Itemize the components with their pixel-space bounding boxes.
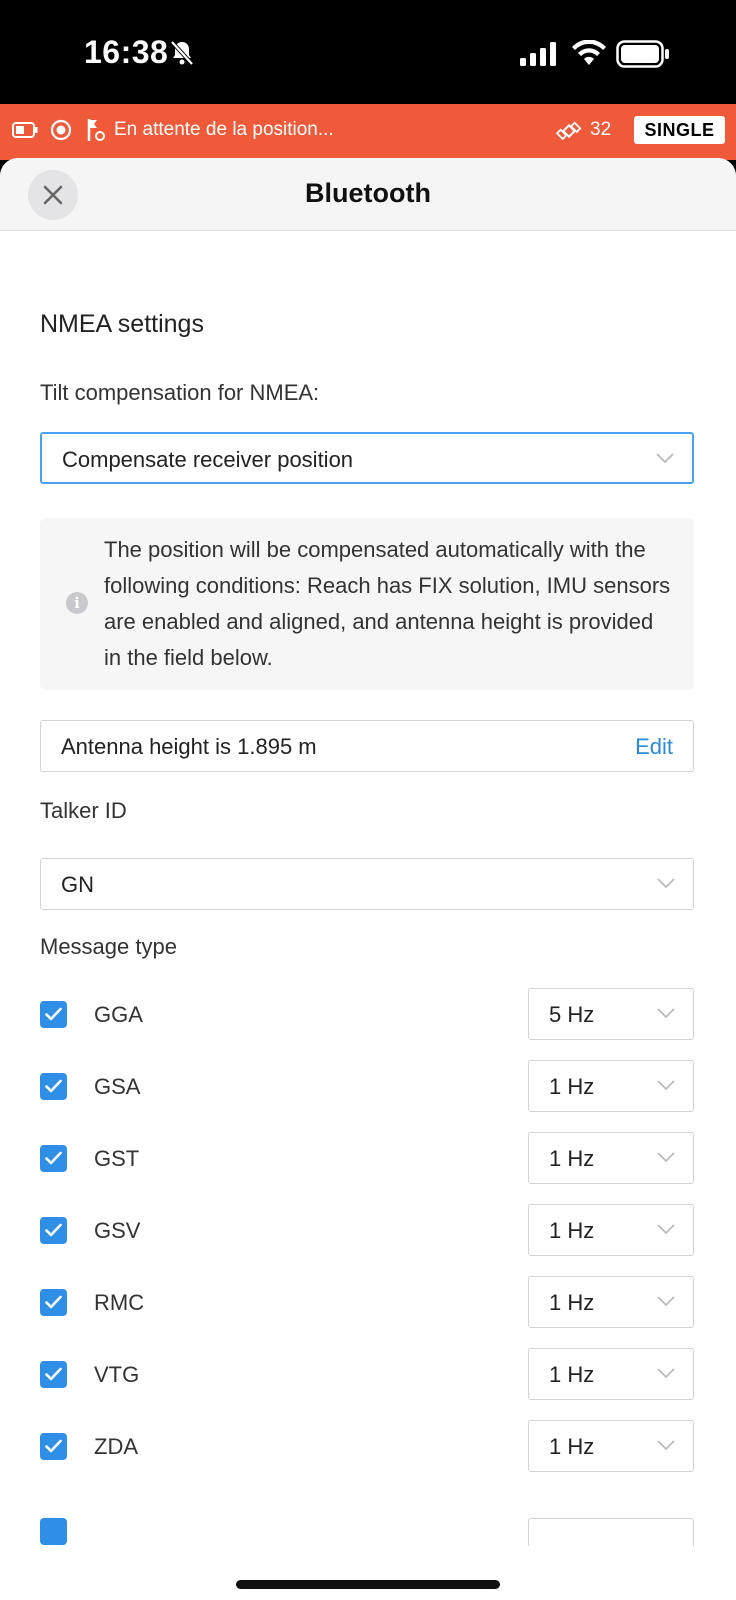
message-checkbox[interactable] — [40, 1073, 67, 1100]
message-name: GSA — [94, 1074, 141, 1099]
message-row-rmc: RMC 1 Hz — [40, 1276, 694, 1328]
message-row-gga: GGA 5 Hz — [40, 988, 694, 1040]
info-text: The position will be compensated automat… — [104, 537, 671, 670]
message-rate-value: 1 Hz — [549, 1218, 595, 1243]
message-name: GST — [94, 1146, 140, 1171]
chevron-down-icon — [656, 453, 674, 464]
battery-icon — [616, 40, 670, 73]
checkmark-icon — [45, 1007, 62, 1021]
checkmark-icon — [45, 1223, 62, 1237]
info-box: i The position will be compensated autom… — [40, 518, 694, 690]
satellite-icon — [555, 118, 582, 149]
chevron-down-icon — [657, 1368, 675, 1379]
message-rate-value: 5 Hz — [549, 1002, 595, 1027]
message-checkbox[interactable] — [40, 1001, 67, 1028]
message-name: ZDA — [94, 1434, 138, 1459]
chevron-down-icon — [657, 878, 675, 889]
status-banner: En attente de la position... 32 SINGLE — [0, 104, 736, 160]
message-name: RMC — [94, 1290, 145, 1315]
chevron-down-icon — [657, 1224, 675, 1235]
message-row-gsa: GSA 1 Hz — [40, 1060, 694, 1112]
message-name: GGA — [94, 1002, 143, 1027]
info-icon: i — [66, 592, 88, 614]
message-rate-select[interactable]: 1 Hz — [528, 1204, 694, 1256]
checkmark-icon — [45, 1367, 62, 1381]
chevron-down-icon — [657, 1008, 675, 1019]
bottom-cover — [0, 1546, 736, 1600]
solution-status-badge: SINGLE — [634, 116, 725, 144]
message-name: GSV — [94, 1218, 141, 1243]
message-row-zda: ZDA 1 Hz — [40, 1420, 694, 1472]
message-rate-value: 1 Hz — [549, 1074, 595, 1099]
bluetooth-sheet: Bluetooth NMEA settings Tilt compensatio… — [0, 158, 736, 1600]
satellite-count: 32 — [590, 119, 612, 140]
status-time: 16:38 — [84, 34, 169, 70]
message-rate-select[interactable]: 5 Hz — [528, 988, 694, 1040]
silent-bell-icon — [170, 40, 194, 71]
chevron-down-icon — [657, 1152, 675, 1163]
message-rate-select[interactable]: 1 Hz — [528, 1276, 694, 1328]
message-name: VTG — [94, 1362, 140, 1387]
tilt-compensation-value: Compensate receiver position — [62, 447, 354, 472]
antenna-height-text: Antenna height is 1.895 m — [61, 734, 317, 759]
antenna-height-field: Antenna height is 1.895 m Edit — [40, 720, 694, 772]
talker-id-value: GN — [61, 872, 94, 897]
talker-id-select[interactable]: GN — [40, 858, 694, 910]
chevron-down-icon — [657, 1440, 675, 1451]
tilt-compensation-select[interactable]: Compensate receiver position — [40, 432, 694, 484]
sheet-header: Bluetooth — [0, 158, 736, 231]
checkmark-icon — [45, 1439, 62, 1453]
message-checkbox[interactable] — [40, 1289, 67, 1316]
message-rate-select[interactable]: 1 Hz — [528, 1132, 694, 1184]
wifi-icon — [572, 39, 606, 71]
checkmark-icon — [45, 1079, 62, 1093]
cellular-signal-icon — [520, 42, 558, 71]
battery-small-icon — [12, 122, 38, 143]
message-row-gst: GST 1 Hz — [40, 1132, 694, 1184]
message-checkbox[interactable] — [40, 1145, 67, 1172]
status-bar: 16:38 — [0, 0, 736, 104]
edit-antenna-button[interactable]: Edit — [635, 734, 673, 760]
tilt-compensation-label: Tilt compensation for NMEA: — [40, 380, 320, 405]
message-rate-value: 1 Hz — [549, 1290, 595, 1315]
message-rate-select[interactable]: 1 Hz — [528, 1060, 694, 1112]
sheet-title: Bluetooth — [305, 178, 431, 208]
record-icon — [50, 119, 72, 146]
section-title: NMEA settings — [40, 310, 204, 338]
message-checkbox[interactable] — [40, 1433, 67, 1460]
message-rate-value: 1 Hz — [549, 1146, 595, 1171]
survey-pole-icon — [84, 117, 108, 148]
message-checkbox[interactable] — [40, 1217, 67, 1244]
message-rate-select[interactable]: 1 Hz — [528, 1420, 694, 1472]
talker-id-label: Talker ID — [40, 798, 127, 823]
home-indicator[interactable] — [236, 1580, 500, 1589]
position-status-text: En attente de la position... — [114, 119, 334, 140]
message-rate-value: 1 Hz — [549, 1434, 595, 1459]
checkmark-icon — [45, 1295, 62, 1309]
chevron-down-icon — [657, 1296, 675, 1307]
message-row-gsv: GSV 1 Hz — [40, 1204, 694, 1256]
message-type-label: Message type — [40, 934, 177, 959]
chevron-down-icon — [657, 1080, 675, 1091]
checkmark-icon — [45, 1151, 62, 1165]
message-rate-value: 1 Hz — [549, 1362, 595, 1387]
message-rate-select[interactable]: 1 Hz — [528, 1348, 694, 1400]
message-checkbox[interactable] — [40, 1361, 67, 1388]
message-row-vtg: VTG 1 Hz — [40, 1348, 694, 1400]
